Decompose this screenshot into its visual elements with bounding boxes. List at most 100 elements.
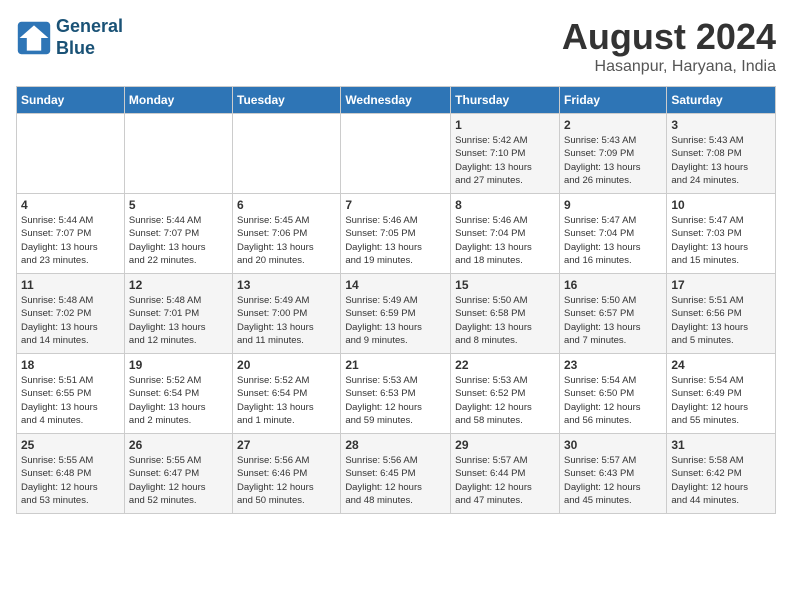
day-info: Sunrise: 5:49 AM Sunset: 7:00 PM Dayligh… [237, 294, 336, 347]
day-number: 25 [21, 438, 120, 452]
calendar-cell: 31Sunrise: 5:58 AM Sunset: 6:42 PM Dayli… [667, 434, 776, 514]
day-number: 18 [21, 358, 120, 372]
day-info: Sunrise: 5:48 AM Sunset: 7:01 PM Dayligh… [129, 294, 228, 347]
calendar-cell: 4 Sunrise: 5:44 AM Sunset: 7:07 PM Daylig… [17, 194, 125, 274]
calendar-cell: 15 Sunrise: 5:50 AM Sunset: 6:58 PM Dayli… [451, 274, 560, 354]
month-title: August 2024 [562, 16, 776, 58]
day-info: Sunrise: 5:52 AM Sunset: 6:54 PM Dayligh… [237, 374, 336, 427]
logo-text: General Blue [56, 16, 123, 59]
day-info: Sunrise: 5:43 AM Sunset: 7:08 PM Dayligh… [671, 134, 771, 187]
day-info: Sunrise: 5:57 AM Sunset: 6:43 PM Dayligh… [564, 454, 662, 507]
calendar-cell: 20Sunrise: 5:52 AM Sunset: 6:54 PM Dayli… [233, 354, 341, 434]
day-info: Sunrise: 5:53 AM Sunset: 6:53 PM Dayligh… [345, 374, 446, 427]
day-info: Sunrise: 5:42 AM Sunset: 7:10 PM Dayligh… [455, 134, 555, 187]
calendar-cell: 21 Sunrise: 5:53 AM Sunset: 6:53 PM Dayli… [341, 354, 451, 434]
title-block: August 2024 Hasanpur, Haryana, India [562, 16, 776, 76]
calendar-cell: 16 Sunrise: 5:50 AM Sunset: 6:57 PM Dayli… [559, 274, 666, 354]
day-info: Sunrise: 5:46 AM Sunset: 7:05 PM Dayligh… [345, 214, 446, 267]
calendar-cell: 12 Sunrise: 5:48 AM Sunset: 7:01 PM Dayli… [124, 274, 232, 354]
calendar-cell: 2 Sunrise: 5:43 AM Sunset: 7:09 PM Daylig… [559, 114, 666, 194]
calendar-cell [341, 114, 451, 194]
calendar-cell: 5 Sunrise: 5:44 AM Sunset: 7:07 PM Daylig… [124, 194, 232, 274]
day-info: Sunrise: 5:49 AM Sunset: 6:59 PM Dayligh… [345, 294, 446, 347]
column-header-tuesday: Tuesday [233, 87, 341, 114]
day-number: 3 [671, 118, 771, 132]
calendar-cell [124, 114, 232, 194]
day-info: Sunrise: 5:45 AM Sunset: 7:06 PM Dayligh… [237, 214, 336, 267]
day-info: Sunrise: 5:56 AM Sunset: 6:45 PM Dayligh… [345, 454, 446, 507]
calendar-cell: 14 Sunrise: 5:49 AM Sunset: 6:59 PM Dayli… [341, 274, 451, 354]
calendar-cell: 6 Sunrise: 5:45 AM Sunset: 7:06 PM Daylig… [233, 194, 341, 274]
page-header: General Blue August 2024 Hasanpur, Harya… [16, 16, 776, 76]
calendar-cell: 23Sunrise: 5:54 AM Sunset: 6:50 PM Dayli… [559, 354, 666, 434]
day-number: 29 [455, 438, 555, 452]
calendar-week-row: 1 Sunrise: 5:42 AM Sunset: 7:10 PM Daylig… [17, 114, 776, 194]
calendar-cell: 25 Sunrise: 5:55 AM Sunset: 6:48 PM Dayli… [17, 434, 125, 514]
day-number: 14 [345, 278, 446, 292]
calendar-week-row: 4 Sunrise: 5:44 AM Sunset: 7:07 PM Daylig… [17, 194, 776, 274]
day-number: 1 [455, 118, 555, 132]
logo-icon [16, 20, 52, 56]
day-info: Sunrise: 5:43 AM Sunset: 7:09 PM Dayligh… [564, 134, 662, 187]
calendar-cell: 7 Sunrise: 5:46 AM Sunset: 7:05 PM Daylig… [341, 194, 451, 274]
logo: General Blue [16, 16, 123, 59]
day-number: 11 [21, 278, 120, 292]
day-info: Sunrise: 5:51 AM Sunset: 6:56 PM Dayligh… [671, 294, 771, 347]
day-info: Sunrise: 5:46 AM Sunset: 7:04 PM Dayligh… [455, 214, 555, 267]
day-info: Sunrise: 5:50 AM Sunset: 6:57 PM Dayligh… [564, 294, 662, 347]
day-number: 28 [345, 438, 446, 452]
day-number: 30 [564, 438, 662, 452]
day-number: 12 [129, 278, 228, 292]
day-number: 5 [129, 198, 228, 212]
column-header-friday: Friday [559, 87, 666, 114]
day-info: Sunrise: 5:56 AM Sunset: 6:46 PM Dayligh… [237, 454, 336, 507]
day-info: Sunrise: 5:58 AM Sunset: 6:42 PM Dayligh… [671, 454, 771, 507]
day-number: 6 [237, 198, 336, 212]
column-header-thursday: Thursday [451, 87, 560, 114]
calendar-cell: 17 Sunrise: 5:51 AM Sunset: 6:56 PM Dayli… [667, 274, 776, 354]
day-number: 10 [671, 198, 771, 212]
calendar-cell: 24Sunrise: 5:54 AM Sunset: 6:49 PM Dayli… [667, 354, 776, 434]
day-info: Sunrise: 5:54 AM Sunset: 6:49 PM Dayligh… [671, 374, 771, 427]
calendar-table: SundayMondayTuesdayWednesdayThursdayFrid… [16, 86, 776, 514]
calendar-week-row: 11 Sunrise: 5:48 AM Sunset: 7:02 PM Dayli… [17, 274, 776, 354]
day-number: 9 [564, 198, 662, 212]
day-number: 17 [671, 278, 771, 292]
day-info: Sunrise: 5:44 AM Sunset: 7:07 PM Dayligh… [129, 214, 228, 267]
day-number: 15 [455, 278, 555, 292]
day-info: Sunrise: 5:47 AM Sunset: 7:04 PM Dayligh… [564, 214, 662, 267]
day-number: 8 [455, 198, 555, 212]
day-info: Sunrise: 5:55 AM Sunset: 6:47 PM Dayligh… [129, 454, 228, 507]
day-number: 16 [564, 278, 662, 292]
column-header-saturday: Saturday [667, 87, 776, 114]
calendar-cell: 19Sunrise: 5:52 AM Sunset: 6:54 PM Dayli… [124, 354, 232, 434]
calendar-cell: 28 Sunrise: 5:56 AM Sunset: 6:45 PM Dayli… [341, 434, 451, 514]
calendar-cell: 9 Sunrise: 5:47 AM Sunset: 7:04 PM Daylig… [559, 194, 666, 274]
day-info: Sunrise: 5:48 AM Sunset: 7:02 PM Dayligh… [21, 294, 120, 347]
day-number: 22 [455, 358, 555, 372]
calendar-week-row: 25 Sunrise: 5:55 AM Sunset: 6:48 PM Dayli… [17, 434, 776, 514]
calendar-cell: 18Sunrise: 5:51 AM Sunset: 6:55 PM Dayli… [17, 354, 125, 434]
day-info: Sunrise: 5:55 AM Sunset: 6:48 PM Dayligh… [21, 454, 120, 507]
location-subtitle: Hasanpur, Haryana, India [562, 58, 776, 76]
day-info: Sunrise: 5:53 AM Sunset: 6:52 PM Dayligh… [455, 374, 555, 427]
day-number: 7 [345, 198, 446, 212]
calendar-cell: 3 Sunrise: 5:43 AM Sunset: 7:08 PM Daylig… [667, 114, 776, 194]
calendar-cell: 26 Sunrise: 5:55 AM Sunset: 6:47 PM Dayli… [124, 434, 232, 514]
calendar-cell: 27Sunrise: 5:56 AM Sunset: 6:46 PM Dayli… [233, 434, 341, 514]
calendar-cell: 8 Sunrise: 5:46 AM Sunset: 7:04 PM Daylig… [451, 194, 560, 274]
day-number: 26 [129, 438, 228, 452]
day-info: Sunrise: 5:52 AM Sunset: 6:54 PM Dayligh… [129, 374, 228, 427]
day-number: 21 [345, 358, 446, 372]
column-header-sunday: Sunday [17, 87, 125, 114]
calendar-cell [17, 114, 125, 194]
day-info: Sunrise: 5:50 AM Sunset: 6:58 PM Dayligh… [455, 294, 555, 347]
calendar-cell [233, 114, 341, 194]
day-number: 2 [564, 118, 662, 132]
day-number: 4 [21, 198, 120, 212]
calendar-cell: 29Sunrise: 5:57 AM Sunset: 6:44 PM Dayli… [451, 434, 560, 514]
calendar-cell: 22 Sunrise: 5:53 AM Sunset: 6:52 PM Dayli… [451, 354, 560, 434]
calendar-header-row: SundayMondayTuesdayWednesdayThursdayFrid… [17, 87, 776, 114]
column-header-monday: Monday [124, 87, 232, 114]
day-info: Sunrise: 5:44 AM Sunset: 7:07 PM Dayligh… [21, 214, 120, 267]
